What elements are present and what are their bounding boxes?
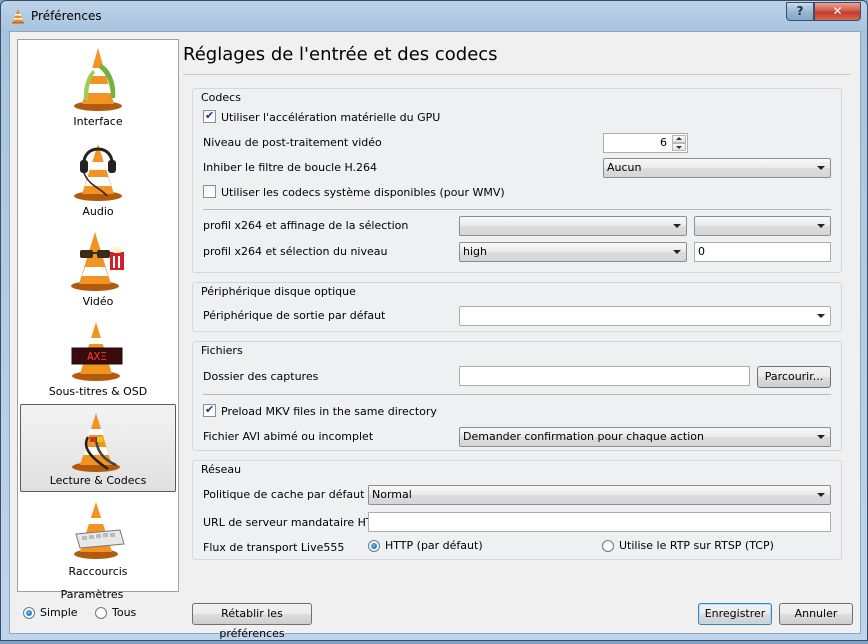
chevron-down-icon [673,224,681,228]
category-sidebar: Interface Audio Vidéo ΑXΞ Sous-titres & … [17,39,179,592]
files-divider [203,394,831,395]
vlc-cone-subtitles-icon: ΑXΞ [71,322,123,381]
title-divider [183,74,851,75]
captures-folder-input[interactable] [459,366,750,386]
live555-http-radio[interactable]: HTTP (par défaut) [368,539,483,552]
loop-filter-label: Inhiber le filtre de boucle H.264 [203,161,378,174]
live555-label: Flux de transport Live555 [203,541,345,554]
vlc-cone-keyboard-icon [74,502,125,559]
help-button[interactable]: ? [786,2,814,21]
codecs-group: Codecs Utiliser l'accélération matériell… [192,88,842,273]
optical-group-title: Périphérique disque optique [201,285,356,298]
gpu-acceleration-checkbox[interactable] [203,109,216,123]
chevron-down-icon [673,250,681,254]
sidebar-item-label: Interface [73,115,123,128]
optical-device-label: Périphérique de sortie par défaut [203,309,386,322]
sidebar-item-label: Vidéo [82,295,114,308]
chevron-down-icon [817,166,825,170]
x264-tune-dropdown[interactable] [694,216,831,236]
files-group-title: Fichiers [201,344,243,357]
vlc-cone-headphones-icon [74,144,122,201]
optical-device-dropdown[interactable] [459,306,831,326]
vlc-cone-glasses-icon [71,232,124,291]
chevron-down-icon [817,435,825,439]
browse-button[interactable]: Parcourir... [757,366,831,388]
http-proxy-input[interactable] [368,512,831,532]
spin-buttons[interactable] [672,135,686,151]
window-title: Préférences [31,9,102,23]
simple-mode-label: Simple [40,606,78,619]
optical-drive-group: Périphérique disque optique Périphérique… [192,282,842,332]
sidebar-item-label: Raccourcis [68,565,128,578]
cache-policy-dropdown[interactable]: Normal [368,485,831,505]
settings-mode-title: Paramètres [60,588,124,601]
chevron-down-icon [817,224,825,228]
sidebar-item-input-codecs[interactable]: Lecture & Codecs [20,404,176,492]
postproc-label: Niveau de post-traitement vidéo [203,136,382,149]
broken-avi-dropdown[interactable]: Demander confirmation pour chaque action [459,427,831,447]
sidebar-item-audio[interactable]: Audio [20,134,176,222]
cache-policy-label: Politique de cache par défaut [203,488,365,501]
cancel-button[interactable]: Annuler [779,603,853,625]
sidebar-item-label: Sous-titres & OSD [48,385,148,398]
sidebar-item-subtitles[interactable]: ΑXΞ Sous-titres & OSD [20,314,176,402]
radio-unselected-icon[interactable] [602,540,614,552]
vlc-logo-icon [12,9,24,24]
sidebar-item-label: Lecture & Codecs [49,474,147,487]
spin-up-icon[interactable] [672,135,686,143]
live555-rtp-label: Utilise le RTP sur RTSP (TCP) [619,539,774,552]
dialog-client-area: Interface Audio Vidéo ΑXΞ Sous-titres & … [9,31,861,640]
preload-mkv-checkbox[interactable] [203,403,216,417]
spin-down-icon[interactable] [672,143,686,151]
loop-filter-value: Aucun [607,161,642,174]
live555-rtp-radio[interactable]: Utilise le RTP sur RTSP (TCP) [602,539,774,552]
codecs-divider [203,209,831,210]
http-proxy-label: URL de serveur mandataire HTTP [203,516,386,529]
broken-avi-label: Fichier AVI abimé ou incomplet [203,430,374,443]
page-title: Réglages de l'entrée et des codecs [183,44,498,65]
network-group: Réseau Politique de cache par défaut Nor… [192,460,842,560]
codecs-group-title: Codecs [201,91,241,104]
files-group: Fichiers Dossier des captures Parcourir.… [192,341,842,451]
loop-filter-dropdown[interactable]: Aucun [603,158,831,178]
system-codecs-label: Utiliser les codecs système disponibles … [221,186,505,199]
sidebar-item-video[interactable]: Vidéo [20,224,176,312]
gpu-acceleration-label: Utiliser l'accélération matérielle du GP… [221,111,441,124]
x264-profile-dropdown[interactable] [459,216,687,236]
chevron-down-icon [817,314,825,318]
vlc-cone-cables-icon [72,413,120,472]
system-codecs-checkbox[interactable] [203,185,216,198]
preload-mkv-label: Preload MKV files in the same directory [221,405,437,418]
x264-level-label: profil x264 et sélection du niveau [203,245,388,258]
all-mode-radio[interactable]: Tous [95,606,136,619]
x264-tune-label: profil x264 et affinage de la sélection [203,219,409,232]
sidebar-item-hotkeys[interactable]: Raccourcis [20,494,176,582]
broken-avi-value: Demander confirmation pour chaque action [463,430,705,443]
cache-policy-value: Normal [372,488,412,501]
save-button[interactable]: Enregistrer [698,603,772,625]
postproc-spinbox[interactable]: 6 [603,133,688,153]
svg-text:ΑXΞ: ΑXΞ [87,350,107,363]
vlc-cone-interface-icon [74,48,122,111]
title-bar[interactable]: Préférences ? ✕ [1,1,867,31]
radio-selected-icon[interactable] [23,607,35,619]
radio-unselected-icon[interactable] [95,607,107,619]
live555-http-label: HTTP (par défaut) [385,539,483,552]
close-button[interactable]: ✕ [814,2,861,21]
x264-level-profile-dropdown[interactable]: high [459,242,687,262]
postproc-value[interactable]: 6 [660,136,667,149]
sidebar-item-interface[interactable]: Interface [20,44,176,132]
x264-level-profile-value: high [463,245,487,258]
x264-level-input[interactable]: 0 [694,242,831,262]
captures-folder-label: Dossier des captures [203,370,319,383]
preferences-window: Préférences ? ✕ Interface Audio Vidéo ΑX… [0,0,868,641]
chevron-down-icon [817,493,825,497]
sidebar-item-label: Audio [82,205,114,218]
network-group-title: Réseau [201,463,242,476]
settings-mode-group: Paramètres Simple Tous [19,588,165,624]
reset-preferences-button[interactable]: Rétablir les préférences [192,603,312,640]
simple-mode-radio[interactable]: Simple [23,606,78,619]
radio-selected-icon[interactable] [368,540,380,552]
all-mode-label: Tous [112,606,137,619]
